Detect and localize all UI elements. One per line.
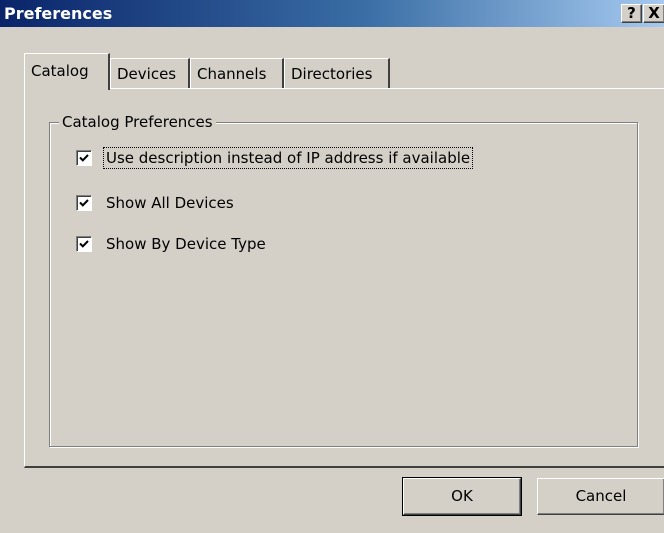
checkmark-icon <box>79 199 89 207</box>
checkmark-icon <box>79 240 89 248</box>
tab-directories[interactable]: Directories <box>284 58 390 88</box>
tab-catalog[interactable]: Catalog <box>24 53 110 90</box>
show-all-devices-checkbox[interactable] <box>76 195 92 211</box>
ok-button[interactable]: OK <box>402 477 522 516</box>
close-icon: X <box>648 4 660 22</box>
cancel-button[interactable]: Cancel <box>537 478 664 515</box>
checkmark-icon <box>79 154 89 162</box>
close-button[interactable]: X <box>643 4 664 23</box>
show-by-device-type-label: Show By Device Type <box>106 235 266 253</box>
title-bar[interactable]: Preferences ? X <box>0 0 664 27</box>
use-description-checkbox[interactable] <box>76 150 92 166</box>
tab-devices[interactable]: Devices <box>110 58 190 88</box>
group-legend: Catalog Preferences <box>59 112 216 132</box>
show-all-devices-label: Show All Devices <box>106 194 234 212</box>
tab-channels-label: Channels <box>197 65 267 83</box>
help-icon: ? <box>627 4 636 22</box>
window-title: Preferences <box>4 4 113 23</box>
preferences-dialog: Preferences ? X Catalog Devices Channels… <box>0 0 664 533</box>
tab-catalog-label: Catalog <box>31 62 89 80</box>
tab-channels[interactable]: Channels <box>190 58 284 88</box>
show-by-device-type-checkbox[interactable] <box>76 236 92 252</box>
help-button[interactable]: ? <box>621 4 642 23</box>
tab-directories-label: Directories <box>291 65 373 83</box>
tab-devices-label: Devices <box>117 65 177 83</box>
catalog-preferences-group: Catalog Preferences <box>49 112 638 447</box>
use-description-label: Use description instead of IP address if… <box>102 147 474 169</box>
